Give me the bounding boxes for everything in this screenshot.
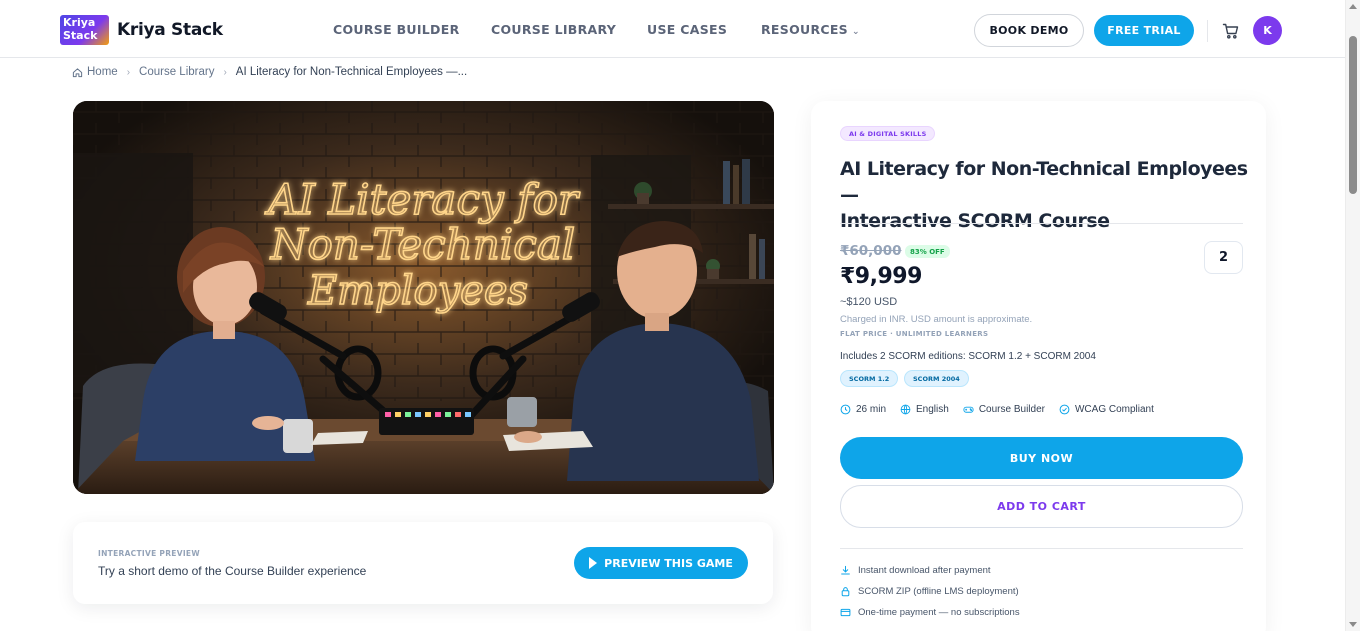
interactive-preview-card: INTERACTIVE PREVIEW Try a short demo of …	[73, 522, 773, 604]
course-meta: 26 min English Course Builder WCAG Compl…	[840, 404, 1168, 415]
cart-icon[interactable]	[1222, 22, 1240, 40]
meta-tool: Course Builder	[963, 404, 1045, 415]
course-title-line1: AI Literacy for Non-Technical Employees …	[840, 158, 1248, 206]
lock-icon	[841, 587, 850, 597]
brand-logo[interactable]: Kriya Stack Kriya Stack	[60, 15, 223, 45]
scroll-down-arrow-icon[interactable]	[1349, 622, 1357, 627]
breadcrumb: Home › Course Library › AI Literacy for …	[72, 66, 467, 78]
divider	[840, 548, 1243, 549]
feature-scorm-zip-text: SCORM ZIP (offline LMS deployment)	[858, 586, 1019, 597]
nav-resources-label: RESOURCES	[761, 22, 848, 37]
feature-instant-download: Instant download after payment	[840, 565, 991, 576]
play-icon	[589, 557, 598, 569]
nav-course-builder[interactable]: COURSE BUILDER	[333, 22, 460, 37]
feature-scorm-zip: SCORM ZIP (offline LMS deployment)	[840, 586, 1019, 597]
scroll-up-arrow-icon[interactable]	[1349, 4, 1357, 9]
page: Kriya Stack Kriya Stack COURSE BUILDER C…	[0, 0, 1360, 631]
download-icon	[841, 565, 850, 575]
logo-mark-line2: Stack	[63, 29, 98, 42]
clock-icon	[840, 404, 851, 415]
logo-mark: Kriya Stack	[60, 15, 109, 45]
feature-instant-download-text: Instant download after payment	[858, 565, 991, 576]
breadcrumb-home[interactable]: Home	[87, 66, 118, 78]
meta-compliance: WCAG Compliant	[1059, 404, 1154, 415]
meta-duration: 26 min	[840, 404, 886, 415]
preview-kicker: INTERACTIVE PREVIEW	[98, 549, 200, 558]
neon-sign-line2: Non-Technical	[270, 220, 575, 269]
logo-mark-line1: Kriya	[63, 16, 96, 29]
breadcrumb-separator-icon: ›	[126, 66, 131, 78]
nav-use-cases[interactable]: USE CASES	[647, 22, 727, 37]
nav-resources[interactable]: RESOURCES ⌄	[761, 22, 860, 37]
currency-note: Charged in INR. USD amount is approximat…	[840, 314, 1033, 325]
credit-card-icon	[840, 608, 851, 617]
home-icon	[72, 67, 83, 77]
podcast-scene-illustration: AI Literacy for Non-Technical Employees	[73, 101, 774, 494]
edition-badge-scorm2004: SCORM 2004	[904, 370, 969, 387]
feature-one-time-payment: One-time payment — no subscriptions	[840, 607, 1020, 618]
discount-badge: 83% OFF	[905, 245, 950, 258]
current-price: ₹9,999	[840, 264, 922, 289]
free-trial-button[interactable]: FREE TRIAL	[1094, 15, 1194, 46]
meta-tool-text: Course Builder	[978, 404, 1045, 415]
quantity-field[interactable]: 2	[1204, 241, 1243, 274]
nav-course-library[interactable]: COURSE LIBRARY	[491, 22, 616, 37]
user-avatar[interactable]: K	[1253, 16, 1282, 45]
editions-summary: Includes 2 SCORM editions: SCORM 1.2 + S…	[840, 351, 1096, 362]
meta-duration-text: 26 min	[856, 404, 887, 415]
edition-badge-scorm12: SCORM 1.2	[840, 370, 899, 387]
breadcrumb-separator-icon: ›	[223, 66, 227, 78]
globe-icon	[900, 404, 911, 415]
book-demo-button[interactable]: BOOK DEMO	[974, 14, 1084, 47]
preview-description: Try a short demo of the Course Builder e…	[98, 564, 367, 578]
breadcrumb-current: AI Literacy for Non-Technical Employees …	[235, 66, 468, 78]
pricing-note: FLAT PRICE · UNLIMITED LEARNERS	[840, 330, 989, 338]
buy-now-button[interactable]: BUY NOW	[840, 437, 1243, 479]
header-divider	[1207, 20, 1208, 42]
gamepad-icon	[963, 406, 974, 413]
meta-language: English	[900, 404, 949, 415]
category-badge: AI & DIGITAL SKILLS	[840, 126, 936, 141]
top-header: Kriya Stack Kriya Stack COURSE BUILDER C…	[0, 0, 1345, 58]
neon-sign-line1: AI Literacy for	[264, 175, 581, 224]
feature-one-time-payment-text: One-time payment — no subscriptions	[858, 607, 1020, 618]
add-to-cart-button[interactable]: ADD TO CART	[840, 485, 1243, 528]
preview-game-button[interactable]: PREVIEW THIS GAME	[574, 547, 748, 579]
neon-sign-line3: Employees	[307, 268, 528, 314]
check-circle-icon	[1059, 404, 1070, 415]
course-hero-image: AI Literacy for Non-Technical Employees	[73, 101, 774, 494]
brand-name: Kriya Stack	[117, 20, 223, 40]
chevron-down-icon: ⌄	[851, 27, 860, 37]
meta-compliance-text: WCAG Compliant	[1074, 404, 1154, 415]
breadcrumb-course-library[interactable]: Course Library	[139, 66, 214, 78]
meta-language-text: English	[916, 404, 949, 415]
course-title-line2: Interactive SCORM Course	[840, 210, 1110, 232]
divider	[840, 223, 1243, 224]
scrollbar-thumb[interactable]	[1349, 36, 1357, 194]
usd-price: ~$120 USD	[840, 296, 898, 308]
preview-game-button-label: PREVIEW THIS GAME	[604, 556, 733, 570]
original-price: ₹60,000	[840, 243, 902, 259]
